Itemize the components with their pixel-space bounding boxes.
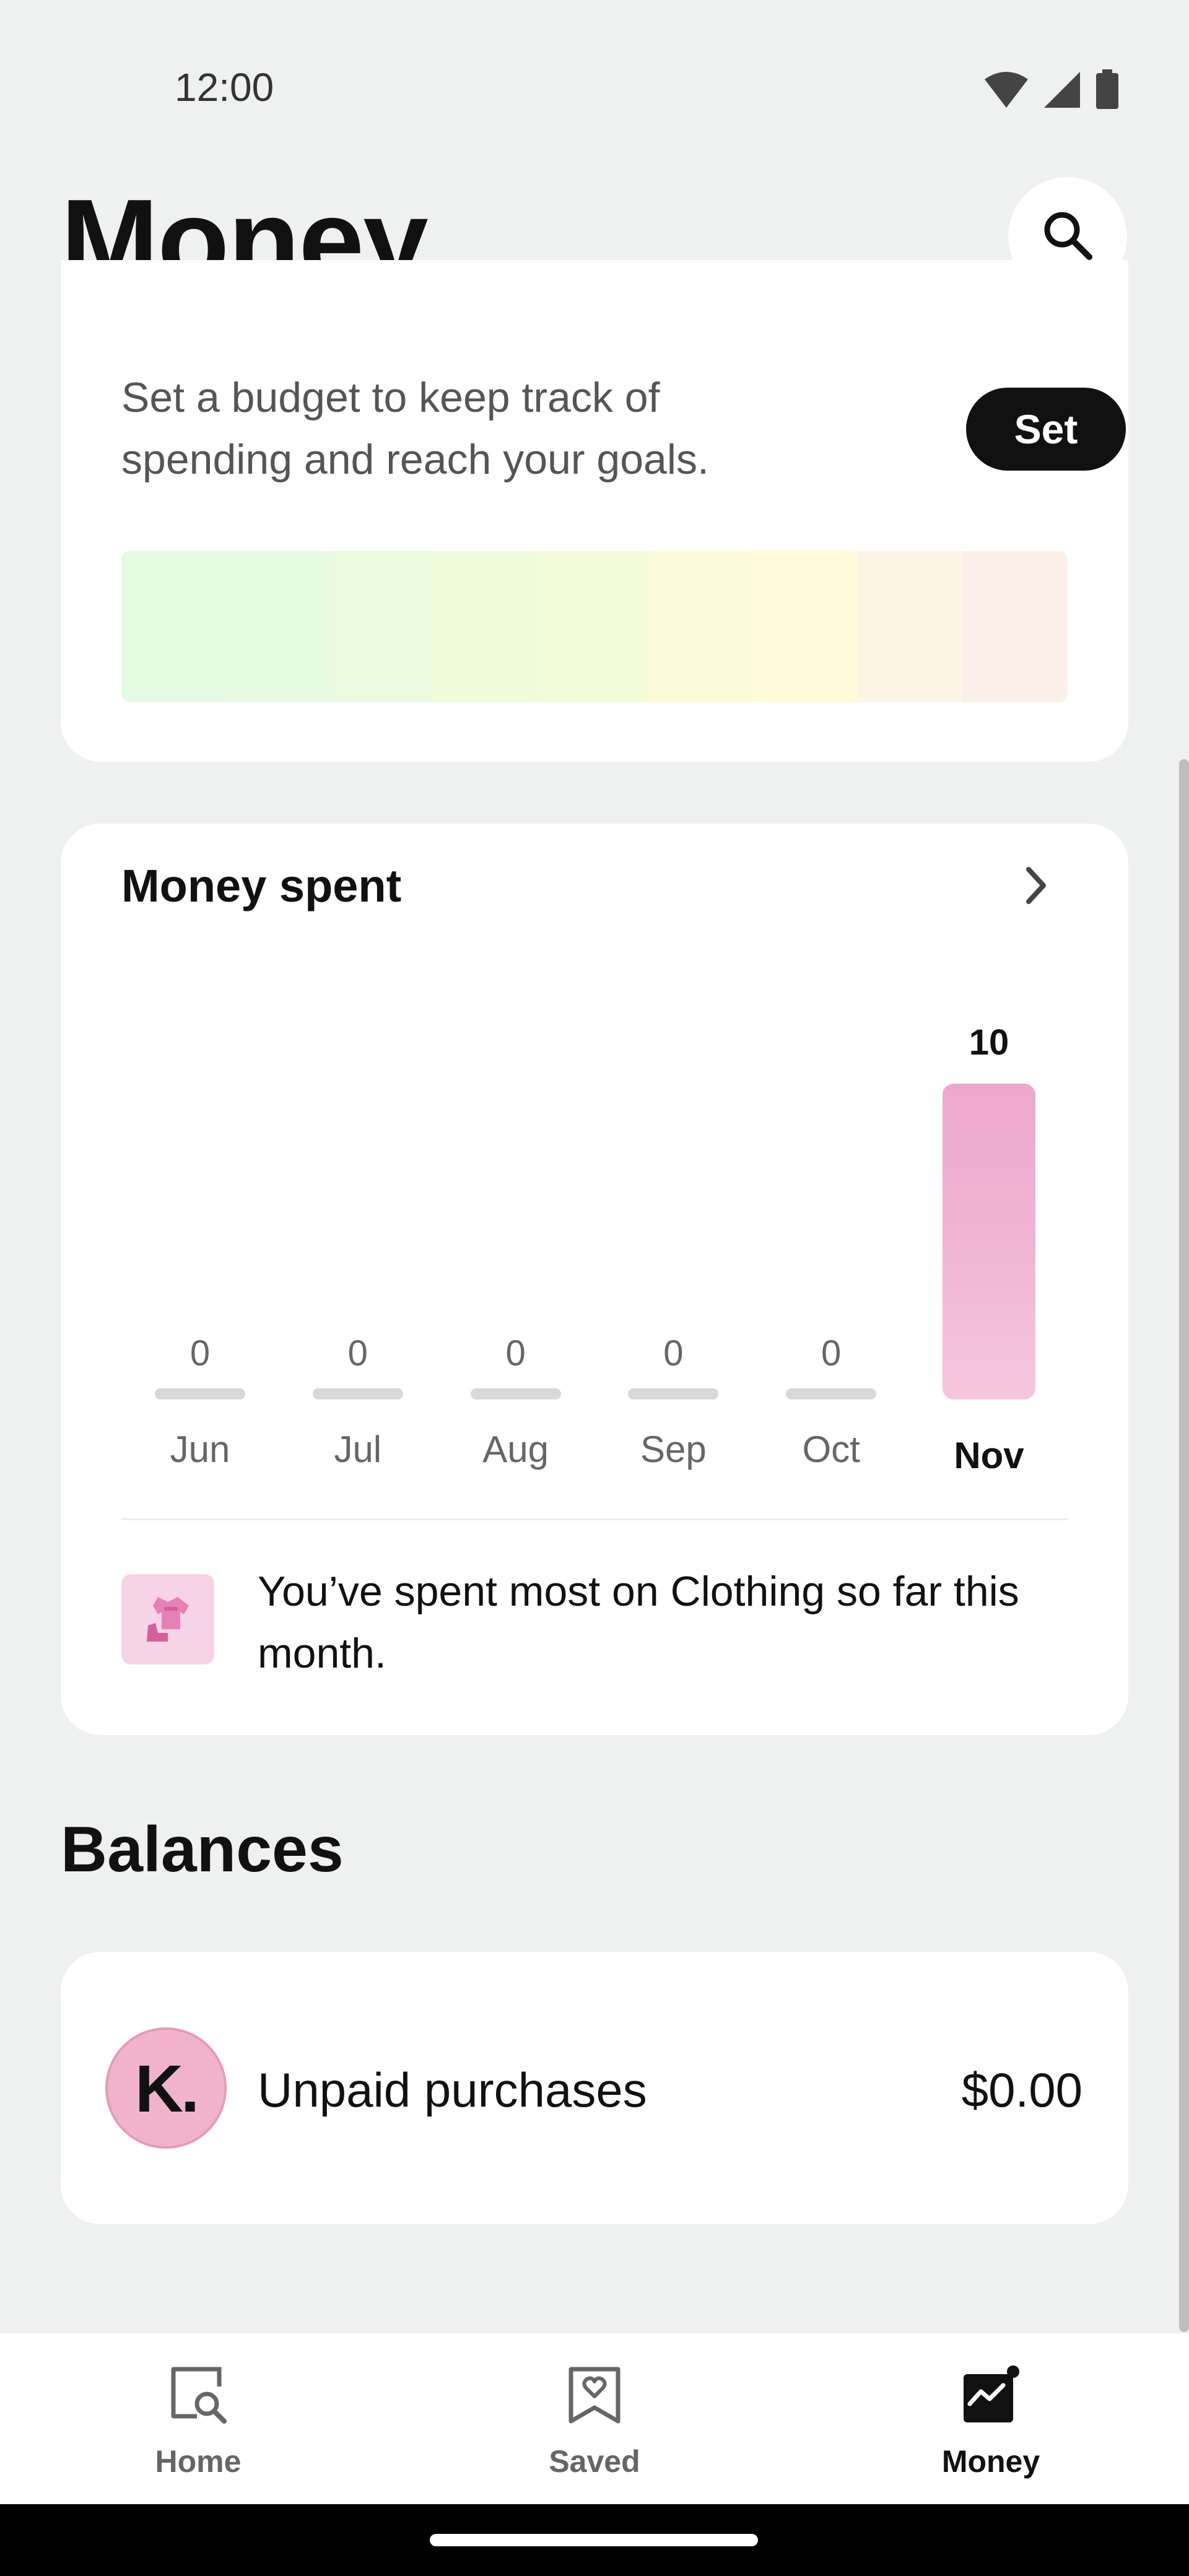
gradient-segment bbox=[331, 551, 437, 702]
bar-value-label: 0 bbox=[821, 1333, 842, 1373]
gradient-segment bbox=[857, 551, 963, 702]
budget-gradient-bar bbox=[121, 551, 1068, 702]
balance-label: Unpaid purchases bbox=[258, 2063, 647, 2117]
money-spent-title: Money spent bbox=[121, 860, 402, 912]
x-tick-label: Nov bbox=[954, 1435, 1024, 1476]
gesture-nav-area bbox=[0, 2504, 1189, 2576]
chevron-right-icon[interactable] bbox=[1014, 861, 1058, 910]
home-gesture-handle[interactable] bbox=[430, 2534, 758, 2546]
bar-jul: 0 Jul bbox=[311, 1016, 404, 1486]
x-tick-label: Jun bbox=[170, 1429, 230, 1470]
status-icons bbox=[983, 69, 1120, 113]
bottom-nav: Home Saved Money bbox=[0, 2333, 1189, 2504]
gradient-segment bbox=[542, 551, 647, 702]
bar-baseline bbox=[155, 1388, 245, 1399]
bar-oct: 0 Oct bbox=[785, 1016, 878, 1486]
x-tick-label: Oct bbox=[802, 1429, 860, 1470]
clothing-icon bbox=[121, 1574, 214, 1664]
bar-nov: 10 Nov bbox=[943, 1016, 1035, 1486]
bar-value-label: 0 bbox=[347, 1333, 368, 1373]
gradient-segment bbox=[647, 551, 752, 702]
gradient-segment bbox=[437, 551, 542, 702]
gradient-segment bbox=[226, 551, 332, 702]
nav-label-money: Money bbox=[941, 2444, 1040, 2479]
bar-baseline bbox=[786, 1388, 877, 1399]
nav-label-saved: Saved bbox=[549, 2444, 640, 2479]
spending-bar-chart: 0 Jun 0 Jul 0 Aug 0 Sep 0 Oct 10 Nov bbox=[121, 1016, 1068, 1486]
balances-title: Balances bbox=[61, 1814, 344, 1886]
money-spent-card[interactable]: Money spent 0 Jun 0 Jul 0 Aug 0 Sep 0 Oct 10 Nov Yo… bbox=[61, 824, 1128, 1735]
home-search-icon bbox=[167, 2364, 229, 2426]
gradient-segment bbox=[752, 551, 858, 702]
gradient-segment bbox=[121, 551, 227, 702]
balance-amount: $0.00 bbox=[961, 2063, 1082, 2117]
budget-description: Set a budget to keep track of spending a… bbox=[121, 374, 709, 483]
bar-baseline bbox=[470, 1388, 561, 1399]
status-bar: 12:00 bbox=[0, 0, 1189, 180]
search-icon bbox=[1041, 209, 1094, 265]
spending-insight-text: You’ve spent most on Clothing so far thi… bbox=[258, 1568, 1019, 1677]
status-time: 12:00 bbox=[175, 65, 274, 110]
bar-baseline bbox=[628, 1388, 719, 1399]
budget-card: Set a budget to keep track of spending a… bbox=[61, 260, 1128, 762]
x-tick-label: Aug bbox=[482, 1429, 549, 1470]
nav-item-saved[interactable]: Saved bbox=[396, 2333, 793, 2504]
wifi-icon bbox=[983, 71, 1029, 112]
nav-label-home: Home bbox=[155, 2444, 242, 2479]
nav-item-money[interactable]: Money bbox=[793, 2333, 1189, 2504]
bar-value-label: 0 bbox=[663, 1333, 684, 1373]
signal-icon bbox=[1043, 71, 1081, 112]
bar-baseline bbox=[312, 1388, 403, 1399]
money-chart-icon bbox=[960, 2364, 1022, 2426]
gradient-segment bbox=[962, 551, 1068, 702]
klarna-avatar: K. bbox=[105, 2027, 227, 2149]
bar-value-label: 10 bbox=[969, 1022, 1009, 1063]
saved-heart-icon bbox=[564, 2364, 625, 2426]
set-budget-button[interactable]: Set bbox=[966, 388, 1126, 471]
bar-value-label: 0 bbox=[505, 1333, 526, 1373]
bar-jun: 0 Jun bbox=[154, 1016, 246, 1486]
bar-value-label: 0 bbox=[189, 1333, 211, 1373]
bar-sep: 0 Sep bbox=[627, 1016, 720, 1486]
battery-icon bbox=[1095, 69, 1120, 113]
bar-aug: 0 Aug bbox=[469, 1016, 562, 1486]
bar-fill bbox=[943, 1084, 1035, 1399]
scrollbar[interactable] bbox=[1179, 759, 1189, 2332]
x-tick-label: Jul bbox=[334, 1429, 382, 1470]
unpaid-purchases-card[interactable]: K. Unpaid purchases $0.00 bbox=[61, 1952, 1128, 2224]
nav-item-home[interactable]: Home bbox=[0, 2333, 396, 2504]
divider bbox=[121, 1518, 1068, 1520]
x-tick-label: Sep bbox=[640, 1429, 707, 1470]
